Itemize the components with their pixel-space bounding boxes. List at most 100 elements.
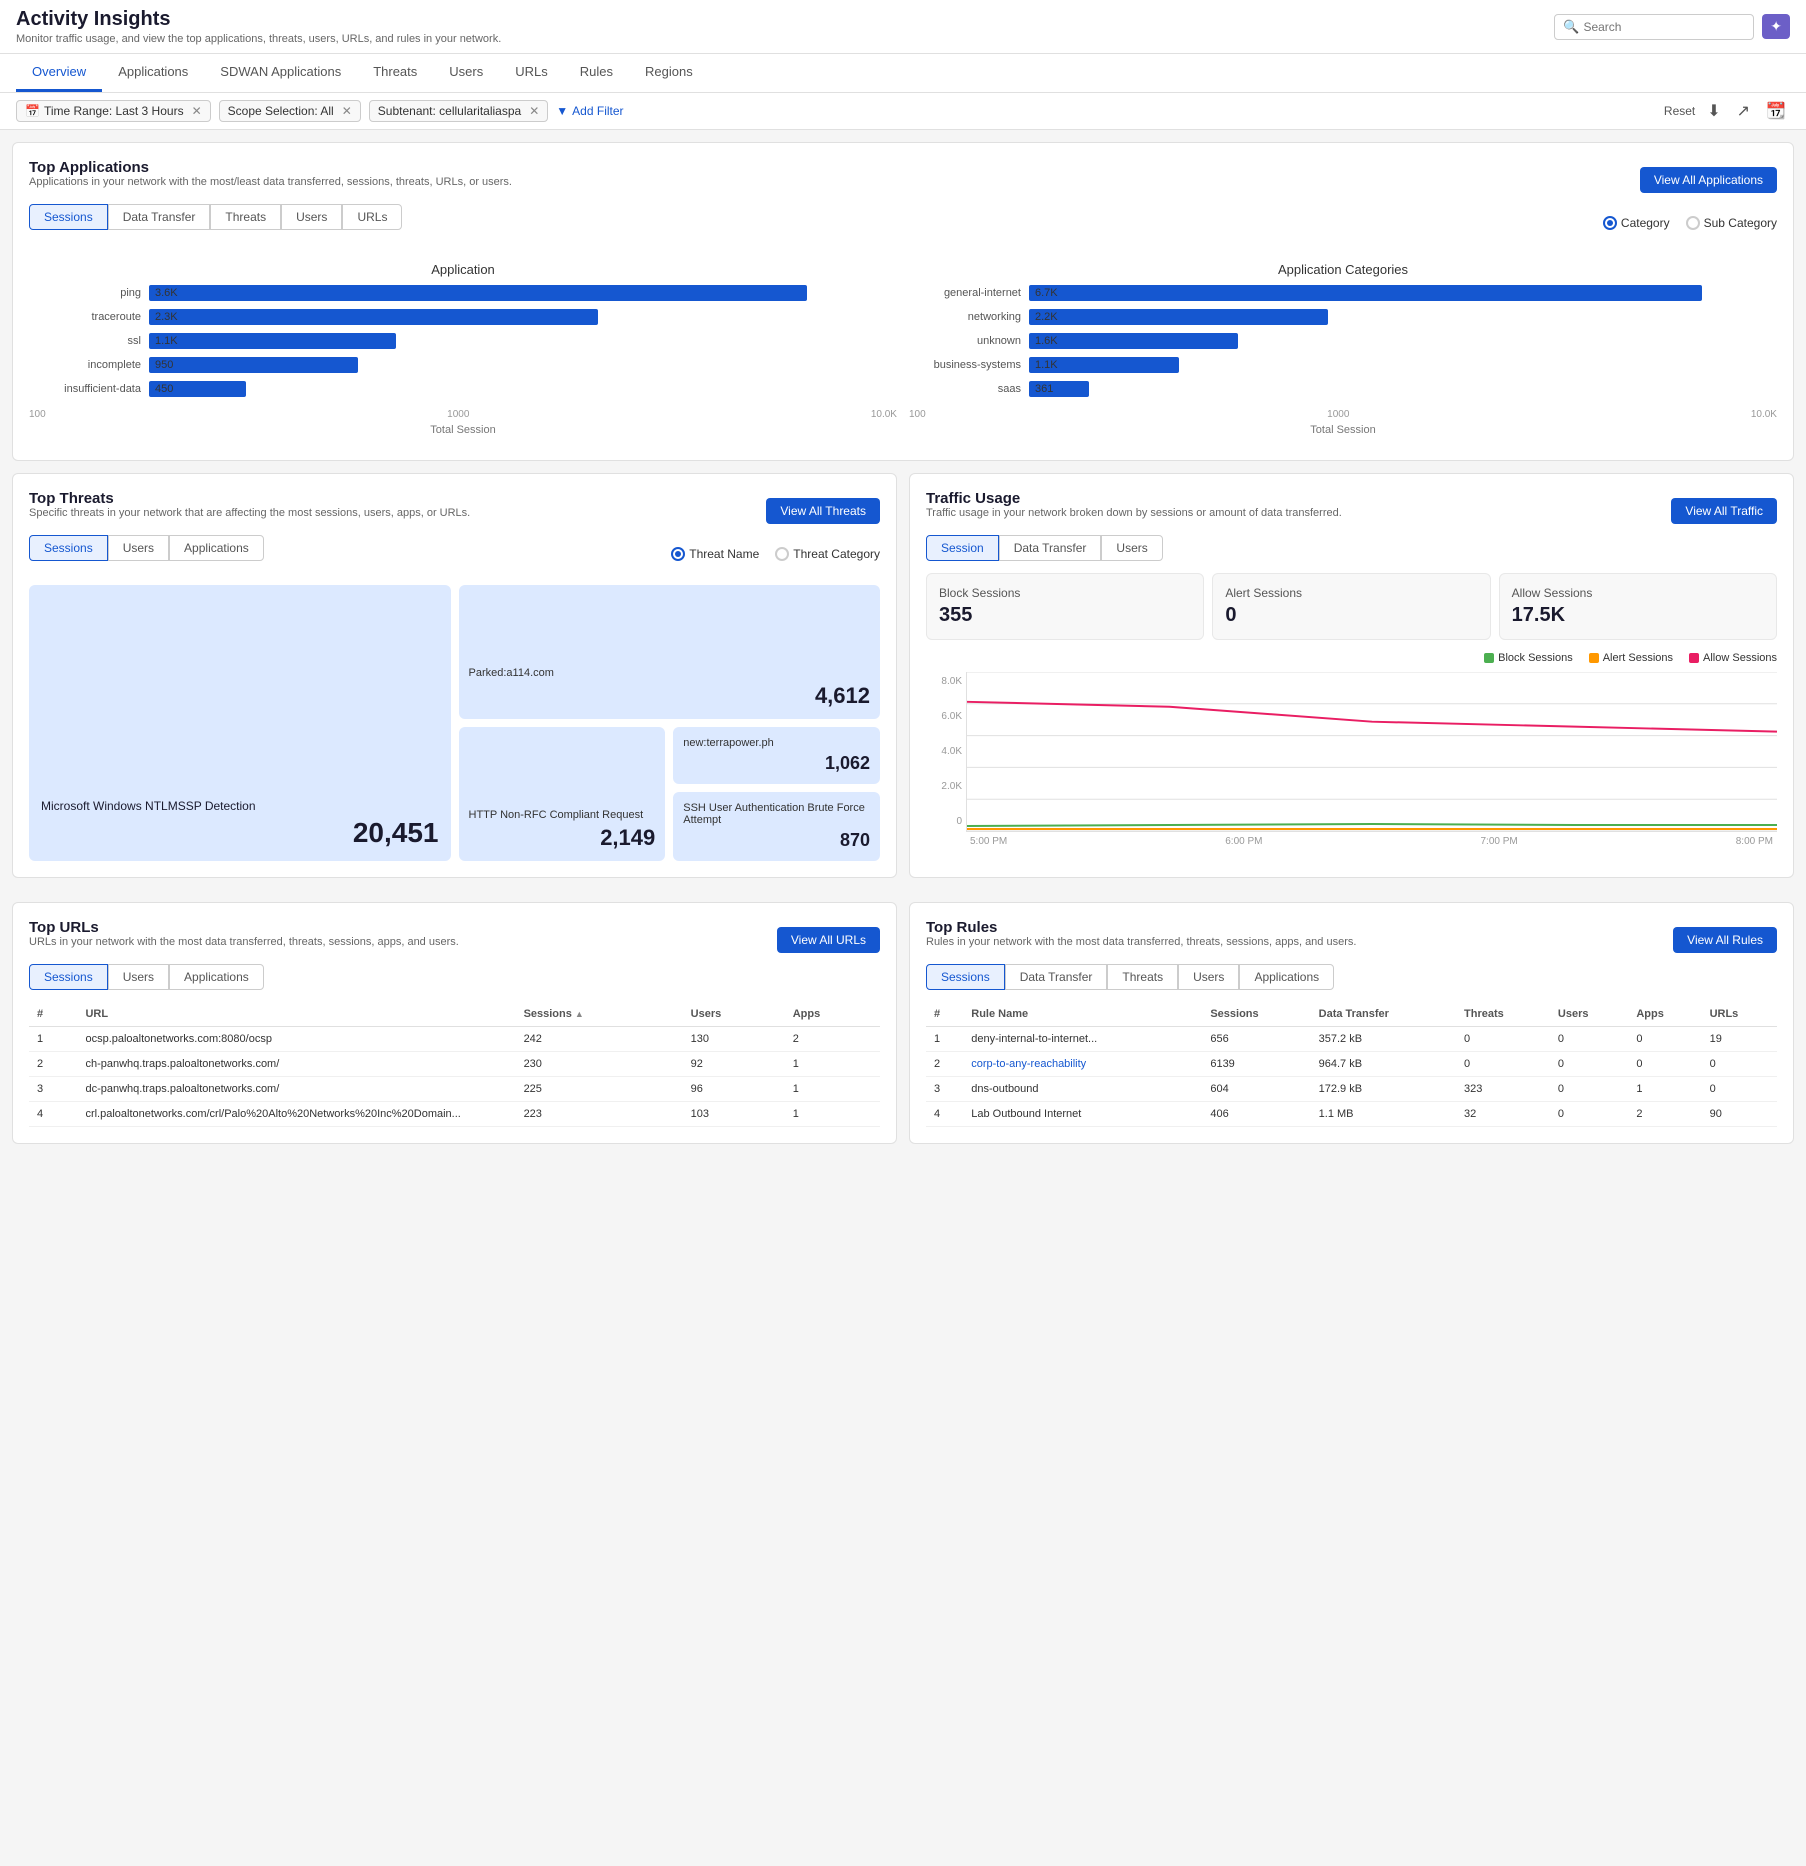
threat-parked-value: 4,612 xyxy=(469,683,871,709)
rules-title-group: Top Rules Rules in your network with the… xyxy=(926,919,1356,960)
reset-button[interactable]: Reset xyxy=(1664,104,1695,118)
bar-row-general-internet: general-internet 6.7K xyxy=(909,285,1777,301)
top-threats-card: Top Threats Specific threats in your net… xyxy=(12,473,897,878)
threat-ssh-value: 870 xyxy=(683,830,870,851)
traffic-legend: Block Sessions Alert Sessions Allow Sess… xyxy=(926,652,1777,664)
app-tab-threats[interactable]: Threats xyxy=(210,204,281,230)
search-box[interactable]: 🔍 xyxy=(1554,14,1754,40)
rules-header: Top Rules Rules in your network with the… xyxy=(926,919,1777,960)
threats-radio-name[interactable]: Threat Name xyxy=(671,547,759,561)
block-sessions-value: 355 xyxy=(939,604,1191,627)
app-tab-users[interactable]: Users xyxy=(281,204,342,230)
rules-tab-data-transfer[interactable]: Data Transfer xyxy=(1005,964,1108,990)
legend-block-label: Block Sessions xyxy=(1498,652,1573,664)
search-input[interactable] xyxy=(1583,20,1745,34)
radio-subcategory[interactable]: Sub Category xyxy=(1686,216,1777,230)
view-all-threats-button[interactable]: View All Threats xyxy=(766,498,880,524)
threat-ssh-title: SSH User Authentication Brute Force Atte… xyxy=(683,802,870,826)
time-range-close[interactable]: ✕ xyxy=(192,104,202,118)
tab-overview[interactable]: Overview xyxy=(16,54,102,92)
rules-tab-threats[interactable]: Threats xyxy=(1107,964,1178,990)
view-all-urls-button[interactable]: View All URLs xyxy=(777,927,880,953)
urls-tab-sessions[interactable]: Sessions xyxy=(29,964,108,990)
threats-radio-category-dot xyxy=(775,547,789,561)
threats-title-group: Top Threats Specific threats in your net… xyxy=(29,490,470,531)
threat-ssh: SSH User Authentication Brute Force Atte… xyxy=(673,792,880,861)
threats-subtitle: Specific threats in your network that ar… xyxy=(29,507,470,519)
calendar-button[interactable]: 📆 xyxy=(1762,99,1790,123)
bar-row-ping: ping 3.6K xyxy=(29,285,897,301)
threat-http-value: 2,149 xyxy=(469,825,656,851)
threats-tab-sessions[interactable]: Sessions xyxy=(29,535,108,561)
rules-col-num: # xyxy=(926,1002,963,1027)
legend-allow-label: Allow Sessions xyxy=(1703,652,1777,664)
settings-button[interactable]: ✦ xyxy=(1762,14,1790,39)
tab-rules[interactable]: Rules xyxy=(564,54,629,92)
threats-tab-users[interactable]: Users xyxy=(108,535,169,561)
bar-row-ssl: ssl 1.1K xyxy=(29,333,897,349)
rules-col-apps: Apps xyxy=(1628,1002,1701,1027)
app-tab-data-transfer[interactable]: Data Transfer xyxy=(108,204,211,230)
urls-subtitle: URLs in your network with the most data … xyxy=(29,936,459,948)
page-subtitle: Monitor traffic usage, and view the top … xyxy=(16,33,501,45)
threats-tab-applications[interactable]: Applications xyxy=(169,535,264,561)
rules-tab-sessions[interactable]: Sessions xyxy=(926,964,1005,990)
threats-radio-category[interactable]: Threat Category xyxy=(775,547,880,561)
urls-row-3: 3 dc-panwhq.traps.paloaltonetworks.com/ … xyxy=(29,1077,880,1102)
scope-filter[interactable]: Scope Selection: All ✕ xyxy=(219,100,361,122)
time-range-filter[interactable]: 📅 Time Range: Last 3 Hours ✕ xyxy=(16,100,211,122)
urls-tab-group: Sessions Users Applications xyxy=(29,964,880,990)
traffic-tab-data-transfer[interactable]: Data Transfer xyxy=(999,535,1102,561)
view-all-rules-button[interactable]: View All Rules xyxy=(1673,927,1777,953)
legend-allow: Allow Sessions xyxy=(1689,652,1777,664)
bar-row-business-systems: business-systems 1.1K xyxy=(909,357,1777,373)
traffic-tab-session[interactable]: Session xyxy=(926,535,999,561)
urls-col-sessions: Sessions ▲ xyxy=(516,1002,683,1027)
rules-tab-applications[interactable]: Applications xyxy=(1239,964,1334,990)
tab-sdwan-applications[interactable]: SDWAN Applications xyxy=(204,54,357,92)
rules-tab-users[interactable]: Users xyxy=(1178,964,1239,990)
urls-table: # URL Sessions ▲ Users Apps 1 ocsp.paloa… xyxy=(29,1002,880,1127)
view-all-traffic-button[interactable]: View All Traffic xyxy=(1671,498,1777,524)
legend-allow-dot xyxy=(1689,653,1699,663)
threat-main-title: Microsoft Windows NTLMSSP Detection xyxy=(41,799,439,813)
traffic-usage-card: Traffic Usage Traffic usage in your netw… xyxy=(909,473,1794,878)
allow-sessions-label: Allow Sessions xyxy=(1512,586,1764,600)
page-title: Activity Insights xyxy=(16,8,501,31)
tab-threats[interactable]: Threats xyxy=(357,54,433,92)
category-x-axis: 100100010.0K xyxy=(909,405,1777,420)
bottom-section: Top URLs URLs in your network with the m… xyxy=(12,902,1794,1156)
radio-category[interactable]: Category xyxy=(1603,216,1670,230)
bar-row-insufficient: insufficient-data 450 xyxy=(29,381,897,397)
top-applications-subtitle: Applications in your network with the mo… xyxy=(29,176,512,188)
share-button[interactable]: ↗ xyxy=(1733,99,1754,123)
subtenant-filter[interactable]: Subtenant: cellularitaliaspa ✕ xyxy=(369,100,549,122)
scope-close[interactable]: ✕ xyxy=(342,104,352,118)
threats-traffic-row: Top Threats Specific threats in your net… xyxy=(12,473,1794,890)
urls-tab-users[interactable]: Users xyxy=(108,964,169,990)
view-all-applications-button[interactable]: View All Applications xyxy=(1640,167,1777,193)
urls-tab-applications[interactable]: Applications xyxy=(169,964,264,990)
radio-category-dot xyxy=(1603,216,1617,230)
traffic-x-labels: 5:00 PM6:00 PM7:00 PM8:00 PM xyxy=(966,836,1777,847)
add-filter-label: Add Filter xyxy=(572,104,623,118)
app-tab-sessions[interactable]: Sessions xyxy=(29,204,108,230)
nav-tabs: Overview Applications SDWAN Applications… xyxy=(0,54,1806,93)
add-filter-button[interactable]: ▼ Add Filter xyxy=(556,104,623,118)
tab-applications[interactable]: Applications xyxy=(102,54,204,92)
top-applications-title: Top Applications xyxy=(29,159,512,176)
subtenant-close[interactable]: ✕ xyxy=(529,104,539,118)
traffic-tab-users[interactable]: Users xyxy=(1101,535,1162,561)
rules-title: Top Rules xyxy=(926,919,1356,936)
rules-row-1: 1 deny-internal-to-internet... 656 357.2… xyxy=(926,1027,1777,1052)
category-chart-title: Application Categories xyxy=(909,262,1777,277)
urls-row-1: 1 ocsp.paloaltonetworks.com:8080/ocsp 24… xyxy=(29,1027,880,1052)
download-button[interactable]: ⬇ xyxy=(1703,99,1724,123)
app-tab-urls[interactable]: URLs xyxy=(342,204,402,230)
tab-users[interactable]: Users xyxy=(433,54,499,92)
tab-regions[interactable]: Regions xyxy=(629,54,709,92)
threats-radio-group: Threat Name Threat Category xyxy=(671,547,880,561)
threat-terrapower: new:terrapower.ph 1,062 xyxy=(673,727,880,784)
tab-urls[interactable]: URLs xyxy=(499,54,564,92)
rules-row-3: 3 dns-outbound 604 172.9 kB 323 0 1 0 xyxy=(926,1077,1777,1102)
